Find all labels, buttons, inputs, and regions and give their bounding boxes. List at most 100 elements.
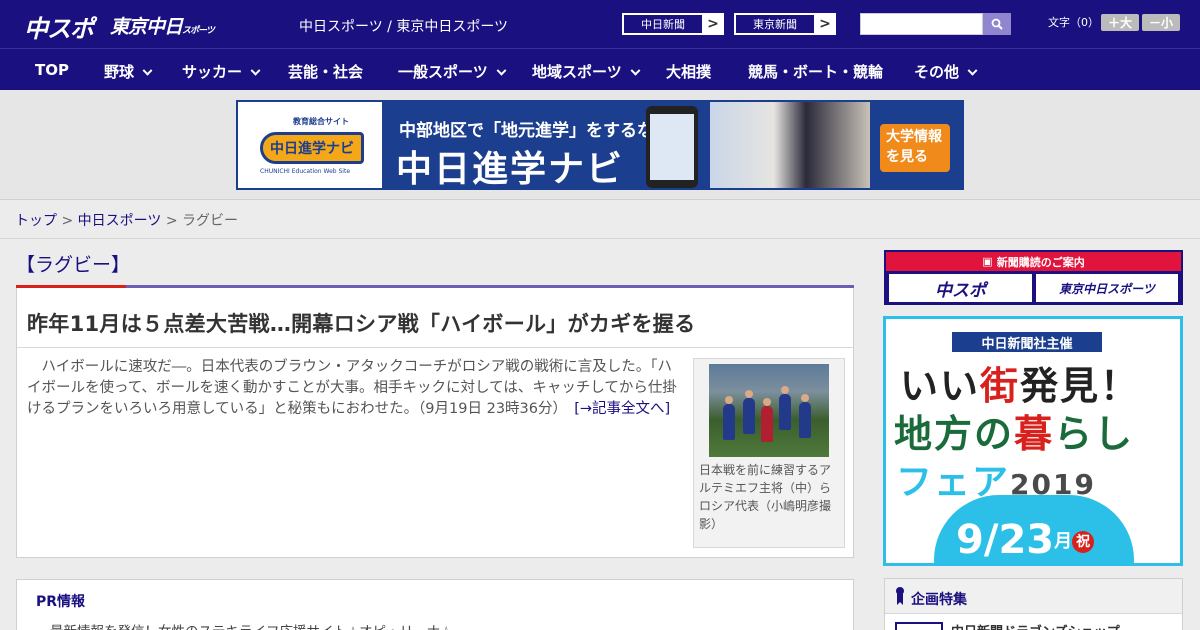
breadcrumb-chunichi-sports[interactable]: 中日スポーツ <box>78 213 162 229</box>
tokyo-logo-small: スポーツ <box>182 26 215 36</box>
chevron-down-icon <box>630 65 641 76</box>
smartphone-image <box>646 106 698 188</box>
fair-line1: いい街発見！ <box>900 355 1140 410</box>
banner-title: 中日進学ナビ <box>396 149 625 190</box>
nav-label: 一般スポーツ <box>398 63 488 81</box>
nav-item-entertainment[interactable]: 芸能・社会 <box>288 61 363 82</box>
nav-item-other[interactable]: その他 <box>914 61 978 82</box>
font-smaller-button[interactable]: －小 <box>1142 14 1180 31</box>
special-item[interactable]: 中日新聞ドラゴンズショップ <box>951 621 1120 630</box>
nav-item-sumo[interactable]: 大相撲 <box>666 61 711 82</box>
breadcrumb-top[interactable]: トップ <box>15 213 57 229</box>
nav-label: 競馬・ボート・競輪 <box>748 63 884 81</box>
search-input[interactable] <box>860 13 983 35</box>
shingaku-navi-banner[interactable]: 教育総合サイト 中日進学ナビ CHUNICHI Education Web Si… <box>236 100 964 190</box>
special-header: 企画特集 <box>885 579 1182 614</box>
fair-advertisement[interactable]: 中日新聞社主催 いい街発見！ 地方の暮らし フェア2019 9/23月祝 <box>883 316 1183 566</box>
subscribe-tokyo-button[interactable]: 東京中日スポーツ <box>1036 274 1178 302</box>
nav-label: その他 <box>914 63 960 81</box>
fair-text: 発見！ <box>1020 364 1141 408</box>
breadcrumb-separator: > <box>165 213 178 229</box>
fair-date-day: 月 <box>1054 531 1073 552</box>
chunichi-shimbun-label: 中日新聞 <box>623 14 703 34</box>
top-header: 中スポ 東京中日スポーツ 中日スポーツ / 東京中日スポーツ 中日新聞 > 東京… <box>0 0 1200 48</box>
banner-logo: 教育総合サイト 中日進学ナビ CHUNICHI Education Web Si… <box>238 102 382 188</box>
banner-logo-tag: 教育総合サイト <box>293 117 349 126</box>
fair-text: 街 <box>980 364 1021 408</box>
newspaper-icon: ▣ <box>982 255 993 268</box>
chevron-down-icon <box>250 65 261 76</box>
article-headline: 昨年11月は５点差大苦戦…開幕ロシア戦「ハイボール」がカギを握る <box>27 312 696 336</box>
article-body: ハイボールに速攻だ―。日本代表のブラウン・アタックコーチがロシア戦の戦術に言及し… <box>27 357 685 420</box>
main-nav: TOP 野球 サッカー 芸能・社会 一般スポーツ 地域スポーツ 大相撲 競馬・ボ… <box>0 48 1200 90</box>
nav-label: 地域スポーツ <box>532 63 622 81</box>
fair-text: らし <box>1054 412 1135 456</box>
nav-item-top[interactable]: TOP <box>35 61 69 79</box>
banner-area: 教育総合サイト 中日進学ナビ CHUNICHI Education Web Si… <box>0 90 1200 200</box>
divider <box>0 238 1200 239</box>
cta-line2: を見る <box>886 149 928 166</box>
rugby-practice-photo[interactable] <box>709 364 829 457</box>
fair-text: 暮 <box>1014 412 1055 456</box>
tokyo-logo-text: 東京中日 <box>110 16 183 38</box>
breadcrumb: トップ > 中日スポーツ > ラグビー <box>15 210 238 230</box>
subscription-header-label: 新聞購読のご案内 <box>996 255 1085 269</box>
nav-item-local-sports[interactable]: 地域スポーツ <box>532 61 641 82</box>
nav-label: 芸能・社会 <box>288 63 364 81</box>
pr-title: PR情報 <box>36 594 86 610</box>
breadcrumb-current: ラグビー <box>182 213 239 229</box>
special-title: 企画特集 <box>911 592 967 608</box>
banner-cta-button[interactable]: 大学情報 を見る <box>880 124 950 172</box>
nav-label: 野球 <box>104 63 135 81</box>
fair-date-value: 9/23 <box>956 517 1055 563</box>
nav-item-baseball[interactable]: 野球 <box>104 61 153 82</box>
nav-label: 大相撲 <box>666 63 712 81</box>
tokyo-shimbun-button[interactable]: 東京新聞 > <box>734 13 836 35</box>
chevron-down-icon <box>967 65 978 76</box>
chevron-down-icon <box>496 65 507 76</box>
site-link[interactable]: 中日スポーツ / 東京中日スポーツ <box>299 16 508 36</box>
search-icon <box>991 18 1003 30</box>
font-size-label: 文字（0） <box>1048 16 1099 29</box>
chunichi-shimbun-button[interactable]: 中日新聞 > <box>622 13 724 35</box>
fair-line2: 地方の暮らし <box>894 403 1134 458</box>
nav-item-racing[interactable]: 競馬・ボート・競輪 <box>748 61 883 82</box>
category-title: 【ラグビー】 <box>16 254 131 276</box>
nav-label: サッカー <box>182 63 243 81</box>
fair-text: 地方の <box>894 412 1015 456</box>
tokyo-chunichi-logo[interactable]: 東京中日スポーツ <box>110 12 215 39</box>
fair-date: 9/23月祝 <box>956 517 1095 563</box>
search-button[interactable] <box>983 13 1011 35</box>
font-bigger-button[interactable]: ＋大 <box>1101 14 1139 31</box>
pr-item[interactable]: 最新情報を発信！女性のステキライフ応援サイト☆オピ・リーナ☆ <box>39 620 452 630</box>
article-card: 昨年11月は５点差大苦戦…開幕ロシア戦「ハイボール」がカギを握る ハイボールに速… <box>16 288 854 558</box>
pencil-logo-icon: 中日進学ナビ <box>260 132 364 164</box>
banner-subtitle: 中部地区で「地元進学」をするなら <box>399 121 671 141</box>
nav-label: TOP <box>35 61 69 79</box>
special-features: 企画特集 中日新聞ドラゴンズショップ <box>884 578 1183 630</box>
pr-section: PR情報 最新情報を発信！女性のステキライフ応援サイト☆オピ・リーナ☆ <box>16 579 854 630</box>
read-more-link[interactable]: [→記事全文へ] <box>574 401 670 417</box>
subscription-header: ▣ 新聞購読のご案内 <box>886 252 1181 271</box>
photo-caption: 日本戦を前に練習するアルテミエフ主将（中）らロシア代表（小嶋明彦撮影） <box>699 463 832 531</box>
chevron-right-icon: > <box>707 16 719 32</box>
chevron-down-icon <box>142 65 153 76</box>
fair-badge: 中日新聞社主催 <box>952 332 1102 352</box>
tokyo-shimbun-label: 東京新聞 <box>735 14 815 34</box>
nav-item-general-sports[interactable]: 一般スポーツ <box>398 61 507 82</box>
subscribe-chuspo-button[interactable]: 中スポ <box>889 274 1032 302</box>
cta-line1: 大学情報 <box>886 129 942 145</box>
chuspo-logo[interactable]: 中スポ <box>24 9 94 44</box>
students-photo <box>710 102 870 188</box>
banner-logo-web: CHUNICHI Education Web Site <box>260 168 351 175</box>
divider <box>17 347 853 348</box>
subscription-box: ▣ 新聞購読のご案内 中スポ 東京中日スポーツ <box>884 250 1183 305</box>
fair-text: いい <box>900 364 981 408</box>
chevron-right-icon: > <box>819 16 831 32</box>
breadcrumb-separator: > <box>61 213 74 229</box>
article-photo-box: 日本戦を前に練習するアルテミエフ主将（中）らロシア代表（小嶋明彦撮影） <box>693 358 845 548</box>
dragons-shop-thumbnail[interactable] <box>895 622 943 630</box>
holiday-badge: 祝 <box>1072 531 1095 553</box>
ribbon-icon <box>896 587 904 605</box>
nav-item-soccer[interactable]: サッカー <box>182 61 261 82</box>
